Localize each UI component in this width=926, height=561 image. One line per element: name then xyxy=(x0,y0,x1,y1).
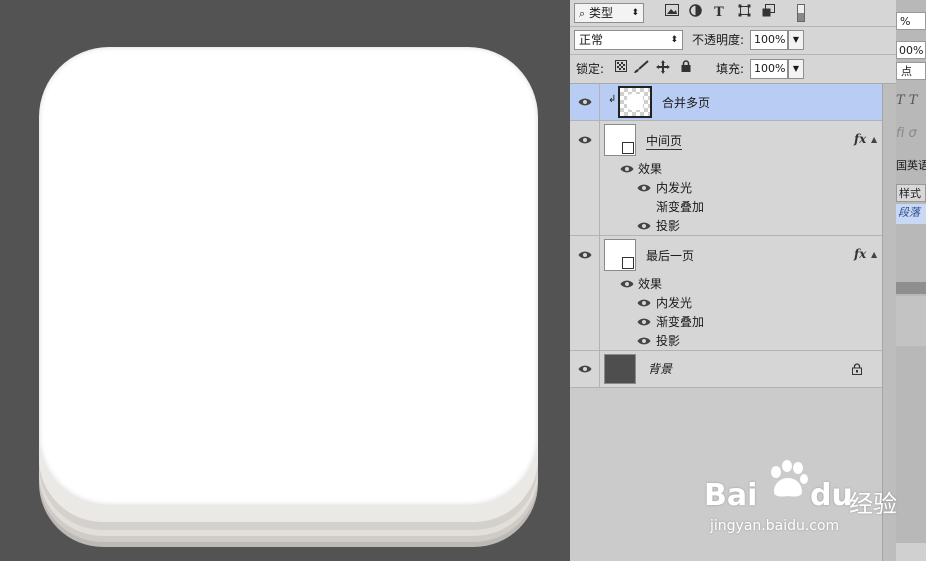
chevron-down-icon: ⬍ xyxy=(670,35,678,45)
visibility-toggle[interactable] xyxy=(570,351,600,387)
visibility-toggle[interactable] xyxy=(570,121,600,235)
chevron-down-icon: ⬍ xyxy=(631,8,639,18)
effect-gradient-overlay[interactable]: 渐变叠加 xyxy=(656,199,704,215)
layer-name: 中间页 xyxy=(646,134,683,150)
lock-position-move-icon[interactable] xyxy=(654,60,672,78)
layer-row-middle-page[interactable]: 中间页 fx ▲ 效果 内发光 渐变叠加 投影 xyxy=(570,121,882,236)
search-icon: ⌕ xyxy=(579,7,586,20)
filter-shape-icon[interactable] xyxy=(735,4,753,22)
eye-icon[interactable] xyxy=(637,317,651,327)
eye-icon xyxy=(578,250,592,260)
opacity-input[interactable]: 100% xyxy=(750,30,788,50)
filter-type-icon[interactable]: T xyxy=(710,4,728,22)
visibility-toggle[interactable] xyxy=(570,236,600,350)
panel-divider xyxy=(896,282,926,294)
type-style-icons[interactable]: T T xyxy=(896,92,926,112)
collapse-effects-icon[interactable]: ▲ xyxy=(871,135,877,144)
eye-icon[interactable] xyxy=(620,279,634,289)
eye-icon xyxy=(578,364,592,374)
font-size-percent-field[interactable]: % xyxy=(896,12,926,30)
watermark-brand-cn: 经验 xyxy=(849,490,897,518)
layer-row-last-page[interactable]: 最后一页 fx ▲ 效果 内发光 渐变叠加 投影 xyxy=(570,236,882,351)
fill-dropdown-button[interactable]: ▼ xyxy=(788,59,804,79)
layer-filter-bar: ⌕ 类型 ⬍ T xyxy=(570,0,896,27)
layer-name: 最后一页 xyxy=(646,249,695,263)
filter-adjustment-icon[interactable] xyxy=(686,4,704,22)
eye-icon[interactable] xyxy=(637,183,651,193)
blend-opacity-bar: 正常 ⬍ 不透明度: 100% ▼ xyxy=(570,27,896,55)
filter-smart-object-icon[interactable] xyxy=(759,4,777,22)
clipping-mask-arrow-icon: ↲ xyxy=(608,94,617,105)
document-canvas[interactable] xyxy=(0,0,570,561)
lock-fill-bar: 锁定: 填充: 100% ▼ xyxy=(570,55,896,84)
layer-thumbnail xyxy=(604,124,636,156)
layer-row-merged-pages[interactable]: ↲ 合并多页 xyxy=(570,84,882,121)
watermark-url: jingyan.baidu.com xyxy=(710,518,840,534)
opacity-label: 不透明度: xyxy=(692,33,745,47)
lock-icon xyxy=(852,363,862,378)
layer-name: 背景 xyxy=(648,362,673,376)
language-field[interactable]: 国英语 xyxy=(896,157,926,175)
panel-footer xyxy=(896,543,926,561)
styles-tab[interactable]: 样式 xyxy=(896,184,926,202)
filter-pixel-icon[interactable] xyxy=(663,4,681,22)
opacity-dropdown-button[interactable]: ▼ xyxy=(788,30,804,50)
filter-kind-label: 类型 xyxy=(589,6,614,20)
baidu-jingyan-watermark: Bai du 经验 jingyan.baidu.com xyxy=(704,460,897,540)
eye-icon[interactable] xyxy=(637,336,651,346)
icon-top-page xyxy=(39,47,538,505)
visibility-toggle[interactable] xyxy=(570,84,600,120)
blend-mode-value: 正常 xyxy=(579,33,604,47)
ligature-icons[interactable]: fi σ xyxy=(896,125,926,145)
lock-all-icon[interactable] xyxy=(677,60,695,78)
eye-icon[interactable] xyxy=(620,164,634,174)
effect-drop-shadow[interactable]: 投影 xyxy=(656,218,680,234)
panel-section xyxy=(896,296,926,346)
vector-mask-icon xyxy=(622,142,634,154)
lock-label: 锁定: xyxy=(576,62,605,76)
filter-kind-dropdown[interactable]: ⌕ 类型 ⬍ xyxy=(574,3,644,23)
effect-inner-glow[interactable]: 内发光 xyxy=(656,295,692,311)
vector-mask-icon xyxy=(622,257,634,269)
effect-drop-shadow[interactable]: 投影 xyxy=(656,333,680,349)
layer-effects-icon[interactable]: fx xyxy=(854,247,866,261)
filter-toggle-icon[interactable] xyxy=(792,4,810,22)
lock-image-pixels-brush-icon[interactable] xyxy=(632,60,650,78)
effect-inner-glow[interactable]: 内发光 xyxy=(656,180,692,196)
paw-logo-icon xyxy=(771,460,808,497)
layer-effects-icon[interactable]: fx xyxy=(854,132,866,146)
effect-gradient-overlay[interactable]: 渐变叠加 xyxy=(656,314,704,330)
blend-mode-dropdown[interactable]: 正常 ⬍ xyxy=(574,30,683,50)
effects-group-label: 效果 xyxy=(638,162,663,176)
layer-thumbnail xyxy=(604,239,636,271)
fill-label: 填充: xyxy=(716,62,745,76)
layer-thumbnail xyxy=(604,354,636,384)
eye-icon xyxy=(578,97,592,107)
lock-transparent-pixels-icon[interactable] xyxy=(612,60,630,78)
eye-icon xyxy=(578,135,592,145)
layer-name: 合并多页 xyxy=(662,96,711,110)
scale-percent-field[interactable]: 00% xyxy=(896,41,926,59)
layer-thumbnail xyxy=(618,86,652,118)
fill-input[interactable]: 100% xyxy=(750,59,788,79)
character-paragraph-panel-edge: % 00% 点 T T fi σ 国英语 样式 段落 xyxy=(896,0,926,561)
effects-group-label: 效果 xyxy=(638,277,663,291)
collapse-effects-icon[interactable]: ▲ xyxy=(871,250,877,259)
paragraph-style-item[interactable]: 段落 xyxy=(896,204,926,224)
eye-icon[interactable] xyxy=(637,298,651,308)
watermark-brand-right: du xyxy=(810,478,853,513)
unit-field[interactable]: 点 xyxy=(896,62,926,80)
eye-icon[interactable] xyxy=(637,221,651,231)
watermark-brand-left: Bai xyxy=(704,478,758,513)
layer-row-background[interactable]: 背景 xyxy=(570,351,882,388)
